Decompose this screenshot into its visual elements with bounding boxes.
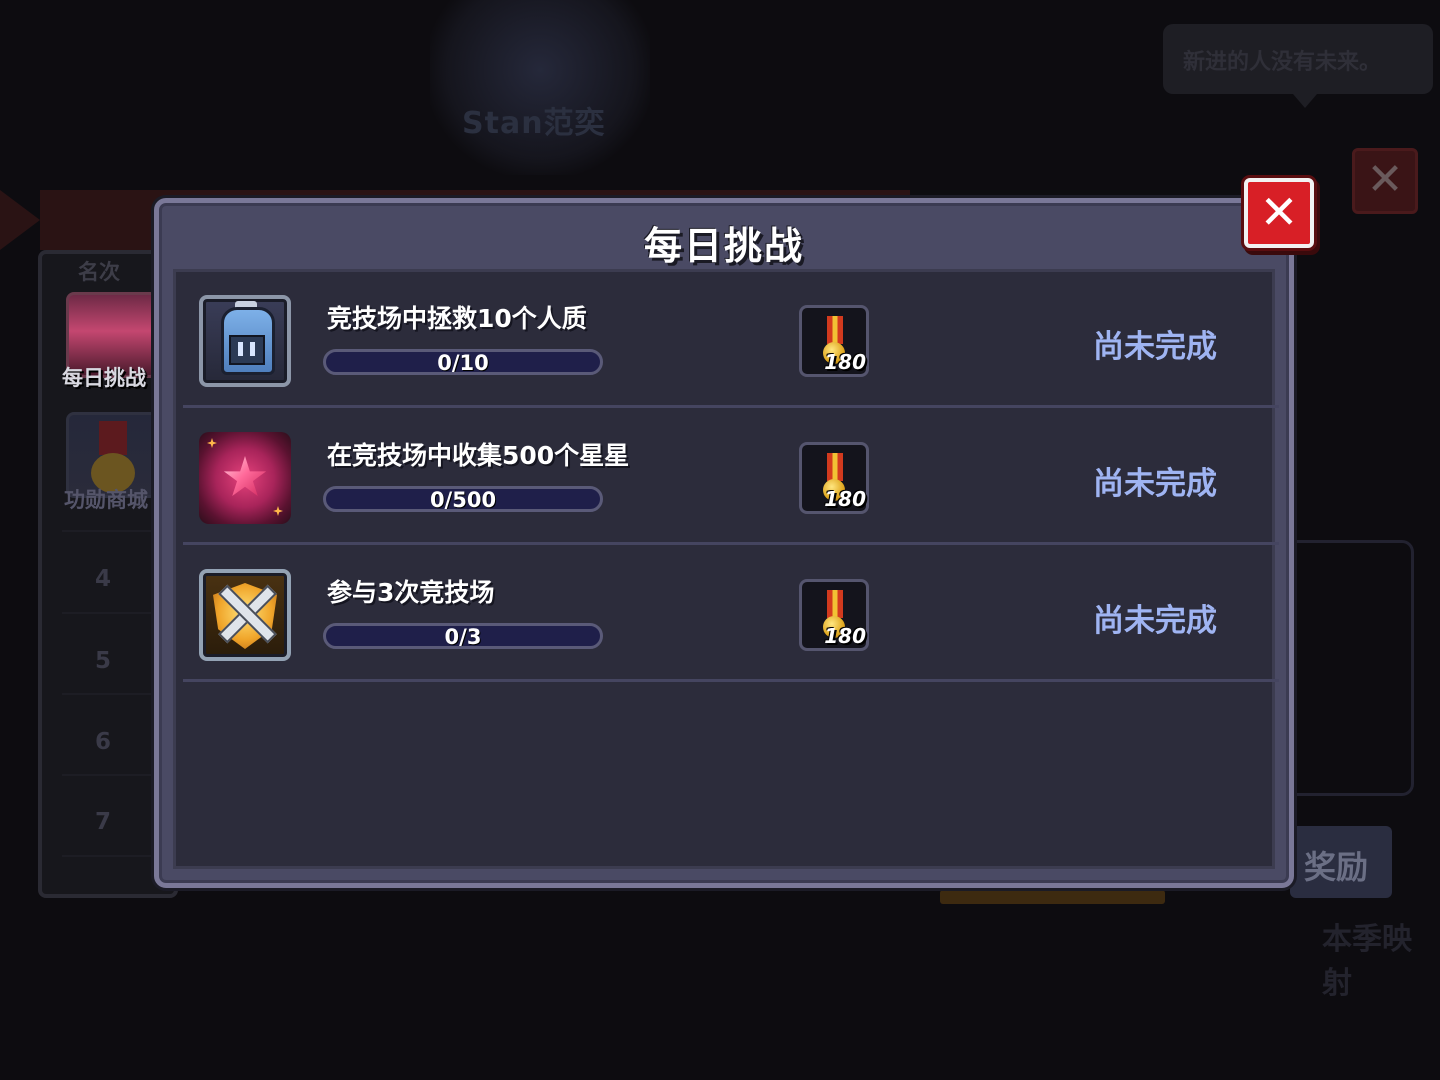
star-gem-icon bbox=[199, 432, 291, 524]
background-info-box bbox=[1285, 540, 1414, 796]
task-status: 尚未完成 bbox=[1093, 603, 1217, 639]
task-row: 参与3次竞技场 0/3 180 尚未完成 bbox=[183, 545, 1279, 682]
background-reward-button: 奖励 bbox=[1290, 826, 1392, 898]
rank-number: 5 bbox=[95, 648, 112, 674]
daily-challenge-dialog: 每日挑战 竞技场中拯救10个人质 0/10 180 尚未完成 在竞技场中收集50… bbox=[154, 198, 1294, 888]
task-title: 竞技场中拯救10个人质 bbox=[327, 304, 587, 333]
task-title: 在竞技场中收集500个星星 bbox=[327, 441, 630, 470]
rank-divider bbox=[62, 693, 152, 695]
rank-header: 名次 bbox=[78, 260, 120, 284]
rank-number: 6 bbox=[95, 729, 112, 755]
progress-text: 0/10 bbox=[437, 351, 489, 375]
background-reward-label: 奖励 bbox=[1304, 848, 1369, 886]
rank-divider bbox=[62, 774, 152, 776]
reward-badge: 180 bbox=[799, 442, 869, 514]
reward-amount: 180 bbox=[824, 487, 866, 511]
progress-text: 0/3 bbox=[444, 625, 482, 649]
rank-divider bbox=[62, 530, 152, 532]
speech-bubble-text: 新进的人没有未来。 bbox=[1183, 50, 1382, 75]
background-season-text: 本季映射 bbox=[1322, 922, 1412, 1001]
reward-badge: 180 bbox=[799, 305, 869, 377]
task-status: 尚未完成 bbox=[1093, 466, 1217, 502]
rank-number: 7 bbox=[95, 809, 112, 835]
player-name: Stan范奕 bbox=[462, 106, 606, 141]
task-row: 在竞技场中收集500个星星 0/500 180 尚未完成 bbox=[183, 408, 1279, 545]
task-progress-bar: 0/3 bbox=[323, 623, 603, 649]
helmet-icon bbox=[199, 295, 291, 387]
background-progress-bar bbox=[940, 890, 1165, 904]
task-progress-bar: 0/10 bbox=[323, 349, 603, 375]
background-close-button: ✕ bbox=[1352, 148, 1418, 214]
rank-divider bbox=[62, 855, 152, 857]
daily-challenge-side-label: 每日挑战 bbox=[62, 366, 146, 390]
reward-badge: 180 bbox=[799, 579, 869, 651]
rank-divider bbox=[62, 612, 152, 614]
medal-shop-side-label: 功勋商城 bbox=[64, 488, 148, 512]
medal-icon bbox=[827, 316, 843, 344]
medal-icon bbox=[827, 453, 843, 481]
crossed-swords-icon bbox=[199, 569, 291, 661]
rank-number: 4 bbox=[95, 566, 112, 592]
task-row: 竞技场中拯救10个人质 0/10 180 尚未完成 bbox=[183, 271, 1279, 408]
dialog-title: 每日挑战 bbox=[643, 224, 804, 268]
speech-bubble: 新进的人没有未来。 bbox=[1163, 24, 1433, 108]
task-status: 尚未完成 bbox=[1093, 329, 1217, 365]
close-button[interactable]: ✕ bbox=[1244, 178, 1314, 248]
task-title: 参与3次竞技场 bbox=[327, 578, 495, 607]
reward-amount: 180 bbox=[824, 624, 866, 648]
task-progress-bar: 0/500 bbox=[323, 486, 603, 512]
progress-text: 0/500 bbox=[429, 488, 497, 512]
medal-icon bbox=[827, 590, 843, 618]
player-portrait bbox=[430, 0, 650, 175]
reward-amount: 180 bbox=[824, 350, 866, 374]
